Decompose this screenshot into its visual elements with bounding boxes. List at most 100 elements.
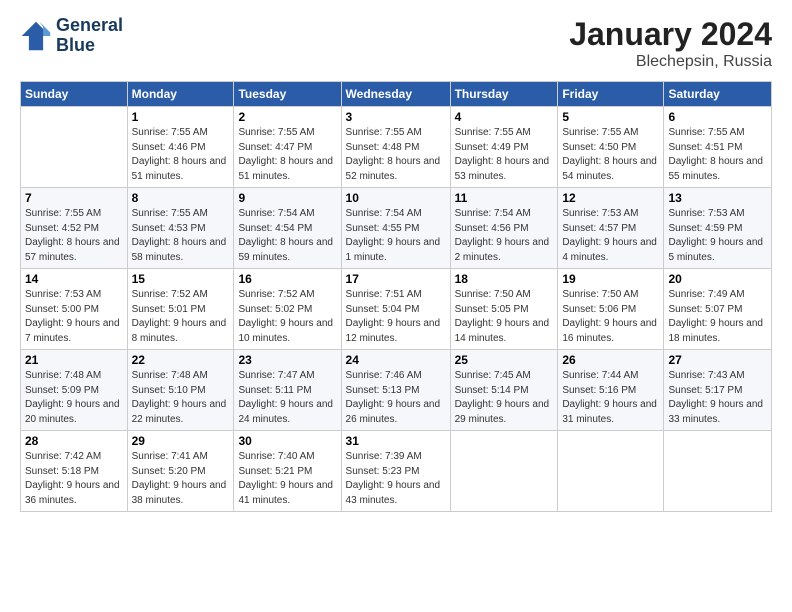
page: General Blue January 2024 Blechepsin, Ru…: [0, 0, 792, 612]
week-row-1: 1 Sunrise: 7:55 AMSunset: 4:46 PMDaylight…: [21, 107, 772, 188]
day-number: 7: [25, 191, 123, 205]
day-number: 13: [668, 191, 767, 205]
day-number: 15: [132, 272, 230, 286]
logo-text: General Blue: [56, 16, 123, 56]
day-info: Sunrise: 7:54 AMSunset: 4:56 PMDaylight:…: [455, 207, 554, 265]
day-info: Sunrise: 7:46 AMSunset: 5:13 PMDaylight:…: [346, 369, 446, 427]
day-number: 8: [132, 191, 230, 205]
calendar-cell: 30Sunrise: 7:40 AMSunset: 5:21 PMDayligh…: [234, 431, 341, 512]
calendar-cell: 29 Sunrise: 7:41 AMSunset: 5:20 PMDayligh…: [127, 431, 234, 512]
week-row-3: 14 Sunrise: 7:53 AMSunset: 5:00 PMDayligh…: [21, 269, 772, 350]
calendar-cell: 14 Sunrise: 7:53 AMSunset: 5:00 PMDayligh…: [21, 269, 128, 350]
calendar-cell: 6 Sunrise: 7:55 AMSunset: 4:51 PMDaylight…: [664, 107, 772, 188]
calendar-cell: 7 Sunrise: 7:55 AMSunset: 4:52 PMDaylight…: [21, 188, 128, 269]
day-info: Sunrise: 7:48 AMSunset: 5:09 PMDaylight:…: [25, 369, 123, 427]
title-block: January 2024 Blechepsin, Russia: [569, 16, 772, 71]
logo: General Blue: [20, 16, 123, 56]
day-info: Sunrise: 7:41 AMSunset: 5:20 PMDaylight:…: [132, 450, 230, 508]
day-number: 11: [455, 191, 554, 205]
calendar-cell: 12 Sunrise: 7:53 AMSunset: 4:57 PMDayligh…: [558, 188, 664, 269]
column-header-thursday: Thursday: [450, 82, 558, 107]
calendar-cell: 19 Sunrise: 7:50 AMSunset: 5:06 PMDayligh…: [558, 269, 664, 350]
day-info: Sunrise: 7:52 AMSunset: 5:02 PMDaylight:…: [238, 288, 336, 346]
day-info: Sunrise: 7:55 AMSunset: 4:46 PMDaylight:…: [132, 126, 230, 184]
calendar-cell: 26Sunrise: 7:44 AMSunset: 5:16 PMDayligh…: [558, 350, 664, 431]
calendar-cell: [450, 431, 558, 512]
day-info: Sunrise: 7:50 AMSunset: 5:05 PMDaylight:…: [455, 288, 554, 346]
calendar-cell: 3 Sunrise: 7:55 AMSunset: 4:48 PMDaylight…: [341, 107, 450, 188]
week-row-4: 21 Sunrise: 7:48 AMSunset: 5:09 PMDayligh…: [21, 350, 772, 431]
day-info: Sunrise: 7:52 AMSunset: 5:01 PMDaylight:…: [132, 288, 230, 346]
day-info: Sunrise: 7:55 AMSunset: 4:52 PMDaylight:…: [25, 207, 123, 265]
column-header-monday: Monday: [127, 82, 234, 107]
day-info: Sunrise: 7:53 AMSunset: 4:59 PMDaylight:…: [668, 207, 767, 265]
logo-line2: Blue: [56, 36, 123, 56]
day-info: Sunrise: 7:54 AMSunset: 4:54 PMDaylight:…: [238, 207, 336, 265]
calendar-cell: 11 Sunrise: 7:54 AMSunset: 4:56 PMDayligh…: [450, 188, 558, 269]
day-info: Sunrise: 7:39 AMSunset: 5:23 PMDaylight:…: [346, 450, 446, 508]
day-number: 21: [25, 353, 123, 367]
day-number: 1: [132, 110, 230, 124]
calendar-cell: 25Sunrise: 7:45 AMSunset: 5:14 PMDayligh…: [450, 350, 558, 431]
calendar-cell: 23 Sunrise: 7:47 AMSunset: 5:11 PMDayligh…: [234, 350, 341, 431]
subtitle: Blechepsin, Russia: [569, 53, 772, 71]
calendar-cell: 24Sunrise: 7:46 AMSunset: 5:13 PMDayligh…: [341, 350, 450, 431]
calendar-cell: 16Sunrise: 7:52 AMSunset: 5:02 PMDayligh…: [234, 269, 341, 350]
day-info: Sunrise: 7:50 AMSunset: 5:06 PMDaylight:…: [562, 288, 659, 346]
calendar-cell: 1 Sunrise: 7:55 AMSunset: 4:46 PMDaylight…: [127, 107, 234, 188]
calendar-cell: 21 Sunrise: 7:48 AMSunset: 5:09 PMDayligh…: [21, 350, 128, 431]
calendar-cell: [558, 431, 664, 512]
day-info: Sunrise: 7:55 AMSunset: 4:49 PMDaylight:…: [455, 126, 554, 184]
day-number: 28: [25, 434, 123, 448]
calendar-cell: 31 Sunrise: 7:39 AMSunset: 5:23 PMDayligh…: [341, 431, 450, 512]
week-row-5: 28Sunrise: 7:42 AMSunset: 5:18 PMDayligh…: [21, 431, 772, 512]
day-info: Sunrise: 7:55 AMSunset: 4:51 PMDaylight:…: [668, 126, 767, 184]
day-info: Sunrise: 7:48 AMSunset: 5:10 PMDaylight:…: [132, 369, 230, 427]
day-number: 27: [668, 353, 767, 367]
calendar-cell: 2 Sunrise: 7:55 AMSunset: 4:47 PMDaylight…: [234, 107, 341, 188]
day-number: 20: [668, 272, 767, 286]
day-info: Sunrise: 7:55 AMSunset: 4:48 PMDaylight:…: [346, 126, 446, 184]
calendar-cell: 9Sunrise: 7:54 AMSunset: 4:54 PMDaylight…: [234, 188, 341, 269]
calendar-cell: 15 Sunrise: 7:52 AMSunset: 5:01 PMDayligh…: [127, 269, 234, 350]
calendar-cell: 17Sunrise: 7:51 AMSunset: 5:04 PMDayligh…: [341, 269, 450, 350]
day-info: Sunrise: 7:47 AMSunset: 5:11 PMDaylight:…: [238, 369, 336, 427]
calendar-cell: [21, 107, 128, 188]
day-number: 29: [132, 434, 230, 448]
column-header-sunday: Sunday: [21, 82, 128, 107]
day-number: 18: [455, 272, 554, 286]
day-number: 19: [562, 272, 659, 286]
day-number: 2: [238, 110, 336, 124]
column-header-friday: Friday: [558, 82, 664, 107]
calendar-cell: 28Sunrise: 7:42 AMSunset: 5:18 PMDayligh…: [21, 431, 128, 512]
calendar-cell: 5Sunrise: 7:55 AMSunset: 4:50 PMDaylight…: [558, 107, 664, 188]
logo-icon: [20, 20, 52, 52]
calendar-cell: 18 Sunrise: 7:50 AMSunset: 5:05 PMDayligh…: [450, 269, 558, 350]
calendar-cell: 10 Sunrise: 7:54 AMSunset: 4:55 PMDayligh…: [341, 188, 450, 269]
day-info: Sunrise: 7:44 AMSunset: 5:16 PMDaylight:…: [562, 369, 659, 427]
day-number: 23: [238, 353, 336, 367]
calendar-header-row: SundayMondayTuesdayWednesdayThursdayFrid…: [21, 82, 772, 107]
calendar-table: SundayMondayTuesdayWednesdayThursdayFrid…: [20, 81, 772, 512]
day-number: 14: [25, 272, 123, 286]
day-number: 10: [346, 191, 446, 205]
day-number: 30: [238, 434, 336, 448]
day-info: Sunrise: 7:53 AMSunset: 4:57 PMDaylight:…: [562, 207, 659, 265]
column-header-tuesday: Tuesday: [234, 82, 341, 107]
calendar-cell: 20Sunrise: 7:49 AMSunset: 5:07 PMDayligh…: [664, 269, 772, 350]
day-info: Sunrise: 7:53 AMSunset: 5:00 PMDaylight:…: [25, 288, 123, 346]
day-number: 6: [668, 110, 767, 124]
day-number: 12: [562, 191, 659, 205]
day-info: Sunrise: 7:54 AMSunset: 4:55 PMDaylight:…: [346, 207, 446, 265]
logo-line1: General: [56, 16, 123, 36]
calendar-cell: 27Sunrise: 7:43 AMSunset: 5:17 PMDayligh…: [664, 350, 772, 431]
day-info: Sunrise: 7:55 AMSunset: 4:47 PMDaylight:…: [238, 126, 336, 184]
day-number: 31: [346, 434, 446, 448]
calendar-cell: 13 Sunrise: 7:53 AMSunset: 4:59 PMDayligh…: [664, 188, 772, 269]
day-info: Sunrise: 7:55 AMSunset: 4:53 PMDaylight:…: [132, 207, 230, 265]
day-number: 25: [455, 353, 554, 367]
day-info: Sunrise: 7:55 AMSunset: 4:50 PMDaylight:…: [562, 126, 659, 184]
calendar-cell: 4Sunrise: 7:55 AMSunset: 4:49 PMDaylight…: [450, 107, 558, 188]
day-number: 3: [346, 110, 446, 124]
day-number: 17: [346, 272, 446, 286]
